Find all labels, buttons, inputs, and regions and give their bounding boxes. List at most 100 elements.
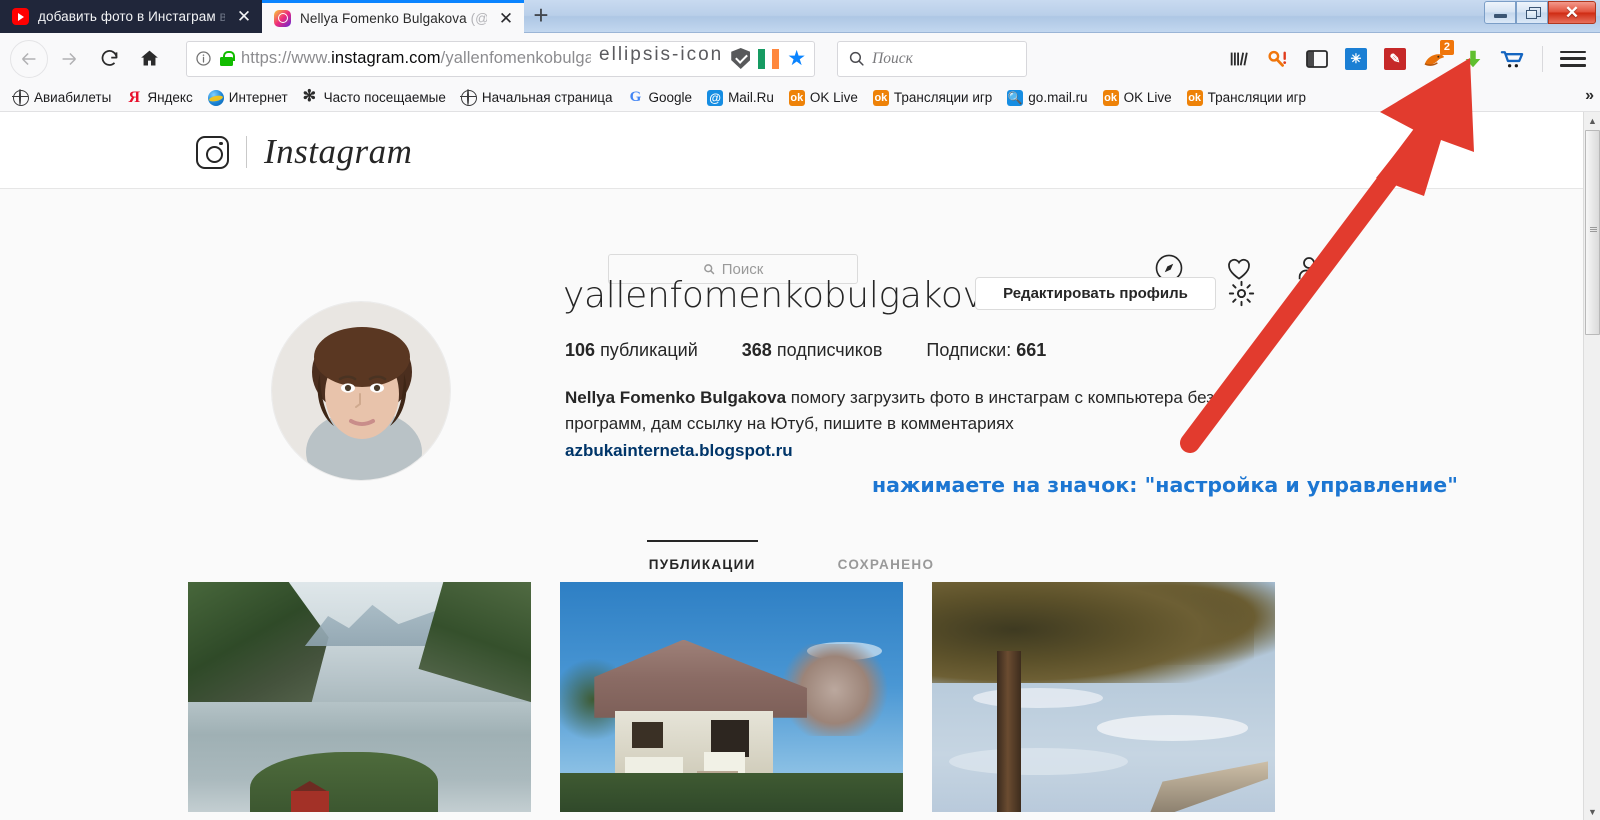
scrollbar-thumb[interactable] (1585, 130, 1600, 335)
close-window-button[interactable]: ✕ (1548, 1, 1596, 24)
bookmark-ok-live-1[interactable]: ok OK Live (784, 88, 863, 108)
forward-arrow-icon (62, 52, 76, 65)
search-placeholder: Поиск (872, 49, 913, 67)
stat-posts[interactable]: 106 публикаций (565, 340, 698, 361)
maximize-button[interactable] (1516, 1, 1548, 24)
stat-followers[interactable]: 368 подписчиков (742, 340, 883, 361)
annotation-text: нажимаете на значок: "настройка и управл… (872, 473, 1458, 497)
bookmark-home-page[interactable]: Начальная страница (456, 88, 618, 108)
minimize-button[interactable] (1484, 1, 1516, 24)
search-icon (849, 51, 864, 66)
tab-publications[interactable]: ПУБЛИКАЦИИ (646, 540, 758, 580)
tab-close-icon[interactable]: ✕ (234, 7, 254, 27)
gear-icon[interactable] (1228, 280, 1255, 307)
bookmark-aviabilety[interactable]: Авиабилеты (8, 88, 116, 108)
new-tab-button[interactable]: + (524, 0, 558, 33)
key-glyph (1268, 50, 1287, 67)
instagram-header: Instagram (0, 112, 1583, 189)
tab-title: Nellya Fomenko Bulgakova (@… (300, 10, 487, 26)
post-thatched-house[interactable] (560, 582, 903, 812)
profile-bio: Nellya Fomenko Bulgakova помогу загрузит… (565, 385, 1265, 464)
bookmarks-overflow-chevron-icon[interactable]: » (1585, 87, 1594, 105)
bookmark-mailru[interactable]: @ Mail.Ru (702, 88, 779, 108)
key-alert-icon[interactable] (1265, 46, 1291, 72)
bookmark-label: Google (648, 90, 693, 105)
library-glyph (1230, 52, 1248, 66)
scroll-up-arrow-icon[interactable]: ▲ (1584, 112, 1600, 129)
bookmark-google[interactable]: G Google (623, 88, 698, 108)
avatar[interactable] (272, 302, 450, 480)
tab-strip: добавить фото в Инстаграм в ✕ Nellya Fom… (0, 0, 558, 33)
minimize-icon (1493, 14, 1507, 18)
firefox-addon-icon[interactable]: 2 (1421, 39, 1454, 72)
bookmark-internet[interactable]: Интернет (203, 88, 293, 108)
window-controls: ✕ (1484, 1, 1596, 24)
reload-button[interactable] (90, 40, 128, 78)
browser-tab-instagram[interactable]: Nellya Fomenko Bulgakova (@… ✕ (262, 0, 524, 33)
bookmark-frequently-visited[interactable]: Часто посещаемые (298, 86, 451, 107)
magic-wand-icon[interactable]: ✎ (1382, 46, 1408, 72)
avatar-image (272, 302, 450, 480)
browser-tab-youtube[interactable]: добавить фото в Инстаграм в ✕ (0, 0, 262, 33)
bookmark-label: go.mail.ru (1028, 90, 1088, 105)
profile-person-icon[interactable] (1294, 253, 1324, 283)
page-scrollbar[interactable]: ▲ ▼ (1583, 112, 1600, 820)
ellipsis-icon[interactable]: ellipsis-icon (599, 45, 723, 64)
google-icon: G (629, 89, 642, 105)
bookmark-translyacii-igr-1[interactable]: ok Трансляции игр (868, 88, 997, 108)
close-icon: ✕ (1564, 3, 1580, 22)
home-button[interactable] (130, 40, 168, 78)
download-glyph (1465, 50, 1481, 67)
url-bar[interactable]: https://www.instagram.com/yallenfomenkob… (186, 40, 816, 77)
cart-icon[interactable] (1499, 46, 1525, 72)
download-icon[interactable] (1460, 46, 1486, 72)
bookmark-go-mail-ru[interactable]: 🔍 go.mail.ru (1002, 88, 1092, 108)
stat-following[interactable]: Подписки: 661 (926, 340, 1046, 361)
mailru-search-icon: 🔍 (1007, 89, 1024, 106)
lock-icon[interactable] (220, 51, 235, 66)
title-bar: добавить фото в Инстаграм в ✕ Nellya Fom… (0, 0, 1600, 33)
mailru-icon: @ (707, 89, 724, 106)
heart-icon[interactable] (1224, 253, 1254, 283)
cart-glyph (1500, 50, 1523, 67)
profile-full-name: Nellya Fomenko Bulgakova (565, 388, 787, 407)
library-icon[interactable] (1226, 46, 1252, 72)
bookmark-translyacii-igr-2[interactable]: ok Трансляции игр (1182, 88, 1311, 108)
bio-link[interactable]: azbukainterneta.blogspot.ru (565, 441, 793, 460)
page-viewport: Instagram Поиск yallenfomenkobulgakova Р… (0, 112, 1600, 820)
post-tree-and-dock[interactable] (932, 582, 1275, 812)
tab-saved[interactable]: СОХРАНЕНО (836, 540, 937, 580)
star-icon[interactable]: ★ (787, 48, 806, 69)
bookmark-ok-live-2[interactable]: ok OK Live (1098, 88, 1177, 108)
profile-stats: 106 публикаций 368 подписчиков Подписки:… (565, 340, 1046, 361)
logo-divider (246, 136, 247, 168)
sparkle-icon[interactable]: ✳ (1343, 46, 1369, 72)
odnoklassniki-icon: ok (1186, 89, 1203, 106)
bio-line-2: программ, дам ссылку на Ютуб, пишите в к… (565, 414, 1014, 434)
bookmark-label: Часто посещаемые (323, 90, 446, 105)
browser-window: добавить фото в Инстаграм в ✕ Nellya Fom… (0, 0, 1600, 820)
forward-button[interactable] (50, 40, 88, 78)
url-text[interactable]: https://www.instagram.com/yallenfomenkob… (241, 49, 591, 68)
shield-icon[interactable] (731, 48, 751, 69)
sidebar-icon[interactable] (1304, 46, 1330, 72)
bookmark-yandex[interactable]: Я Яндекс (121, 88, 197, 108)
tab-close-icon[interactable]: ✕ (496, 8, 516, 28)
hamburger-menu-icon[interactable] (1560, 46, 1586, 72)
back-arrow-icon (22, 52, 36, 65)
odnoklassniki-icon: ok (872, 89, 889, 106)
home-icon (140, 50, 158, 66)
ireland-flag-icon[interactable] (758, 48, 780, 69)
browser-search-box[interactable]: Поиск (837, 40, 1028, 77)
post-fjord-landscape[interactable] (188, 582, 531, 812)
instagram-logo[interactable]: Instagram (196, 132, 412, 172)
yandex-icon: Я (128, 88, 141, 106)
info-icon[interactable] (195, 50, 212, 67)
bookmarks-bar: Авиабилеты Я Яндекс Интернет Часто посеща… (0, 84, 1600, 112)
edit-profile-button[interactable]: Редактировать профиль (975, 277, 1216, 310)
back-button[interactable] (10, 39, 48, 78)
maximize-icon (1525, 7, 1541, 19)
bookmark-label: Трансляции игр (893, 90, 993, 105)
scroll-down-arrow-icon[interactable]: ▼ (1584, 803, 1600, 820)
instagram-camera-icon (196, 135, 229, 169)
